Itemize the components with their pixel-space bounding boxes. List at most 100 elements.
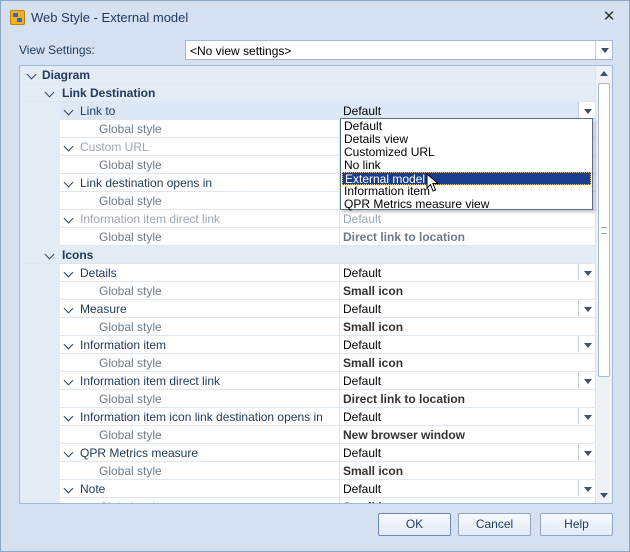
chevron-down-icon[interactable] [578,336,595,352]
property-row[interactable]: Measure Default [20,300,595,318]
indent-gutter [20,336,60,354]
global-style-row[interactable]: Global style Small icon [20,318,595,336]
chevron-down-icon[interactable] [63,375,74,386]
scroll-down-arrow-icon[interactable] [596,487,612,503]
chevron-down-icon[interactable] [63,303,74,314]
property-value-cell[interactable]: Default [339,102,595,119]
chevron-down-icon[interactable] [63,483,74,494]
chevron-down-icon[interactable] [63,411,74,422]
chevron-down-icon[interactable] [63,177,74,188]
global-style-row[interactable]: Global style Small icon [20,498,595,503]
property-value-cell[interactable]: Default [339,480,595,497]
ok-button[interactable]: OK [378,513,451,536]
property-value: Small icon [343,500,403,503]
property-value-cell[interactable]: Default [339,264,595,281]
property-name: Global style [99,320,162,334]
property-value-cell[interactable]: Default [339,408,595,425]
global-style-row[interactable]: Global style Direct link to location [20,228,595,246]
chevron-down-icon[interactable] [63,213,74,224]
chevron-down-icon[interactable] [63,267,74,278]
view-settings-value: <No view settings> [190,44,292,58]
view-settings-label: View Settings: [19,43,95,57]
property-name: Information item icon link destination o… [80,410,323,424]
property-value-cell[interactable]: Direct link to location [339,228,595,245]
chevron-down-icon[interactable] [578,480,595,496]
category-row[interactable]: Icons [20,246,595,264]
property-value-cell[interactable]: Small icon [339,318,595,335]
global-style-row[interactable]: Global style New browser window [20,426,595,444]
property-name: Global style [99,122,162,136]
property-value-cell[interactable]: Small icon [339,498,595,503]
property-value: Direct link to location [343,392,466,406]
property-row[interactable]: QPR Metrics measure Default [20,444,595,462]
global-style-row[interactable]: Global style Small icon [20,354,595,372]
chevron-down-icon[interactable] [63,105,74,116]
chevron-down-icon[interactable] [44,87,55,98]
property-value: Default [343,410,382,424]
property-value-cell[interactable]: Small icon [339,354,595,371]
property-name: Global style [99,230,162,244]
dropdown-option[interactable]: No link [342,159,591,172]
global-style-row[interactable]: Global style Direct link to location [20,390,595,408]
chevron-down-icon[interactable] [26,69,37,80]
global-style-row[interactable]: Global style Small icon [20,282,595,300]
property-row[interactable]: Information item icon link destination o… [20,408,595,426]
property-value-cell[interactable]: Small icon [339,462,595,479]
indent-gutter [20,444,60,462]
property-row[interactable]: Note Default [20,480,595,498]
close-button[interactable]: ✕ [601,8,617,24]
property-value-cell[interactable]: New browser window [339,426,595,443]
indent-gutter [20,282,60,300]
property-name: Note [80,482,106,496]
chevron-down-icon[interactable] [63,141,74,152]
property-value-cell[interactable]: Default [339,444,595,461]
chevron-down-icon[interactable] [63,339,74,350]
indent-gutter [20,318,60,336]
property-value: Direct link to location [343,230,466,244]
property-name: Global style [99,356,162,370]
property-row[interactable]: Details Default [20,264,595,282]
scroll-up-arrow-icon[interactable] [596,66,612,82]
property-name: Global style [99,284,162,298]
property-name: Link destination opens in [80,176,213,190]
property-name: QPR Metrics measure [80,446,199,460]
property-row[interactable]: Information item direct link Default [20,372,595,390]
property-name: Details [80,266,117,280]
category-row[interactable]: Diagram [20,66,595,84]
global-style-row[interactable]: Global style Small icon [20,462,595,480]
chevron-down-icon[interactable] [578,372,595,388]
indent-gutter [20,156,60,174]
indent-gutter [20,210,60,228]
chevron-down-icon[interactable] [44,249,55,260]
category-row[interactable]: Link Destination [20,84,595,102]
indent-gutter [20,228,60,246]
property-name: Global style [99,158,162,172]
help-button[interactable]: Help [540,513,613,536]
indent-gutter [20,354,60,372]
indent-gutter [20,120,60,138]
property-value-cell[interactable]: Default [339,372,595,389]
indent-gutter [20,192,60,210]
property-value-cell[interactable]: Small icon [339,282,595,299]
chevron-down-icon[interactable] [578,408,595,424]
chevron-down-icon[interactable] [63,447,74,458]
property-row[interactable]: Information item Default [20,336,595,354]
property-value-cell[interactable]: Default [339,336,595,353]
chevron-down-icon[interactable] [578,102,595,118]
mouse-cursor-icon [426,173,440,192]
vertical-scrollbar[interactable] [595,66,612,503]
property-value-cell[interactable]: Direct link to location [339,390,595,407]
property-value-cell[interactable]: Default [339,210,595,227]
chevron-down-icon[interactable] [595,41,612,59]
chevron-down-icon[interactable] [578,264,595,280]
dropdown-option[interactable]: QPR Metrics measure view [342,198,591,211]
property-value: Small icon [343,320,404,334]
property-row[interactable]: Information item direct link Default [20,210,595,228]
cancel-button[interactable]: Cancel [458,513,531,536]
property-value: Small icon [343,464,404,478]
scroll-thumb[interactable] [598,83,610,377]
property-value-cell[interactable]: Default [339,300,595,317]
chevron-down-icon[interactable] [578,300,595,316]
chevron-down-icon[interactable] [578,444,595,460]
view-settings-combo[interactable]: <No view settings> [185,40,613,60]
